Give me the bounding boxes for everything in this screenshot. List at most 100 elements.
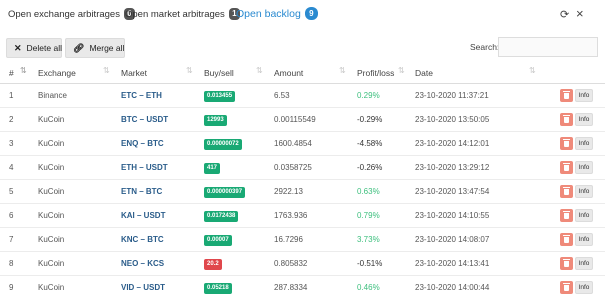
refresh-icon[interactable]: ⟳ [560,8,569,21]
sort-icon[interactable]: ⇅ [529,66,536,75]
buy-sell-cell: 0.013455 [204,90,236,102]
market-cell[interactable]: NEO – KCS [121,259,164,268]
column-header-market[interactable]: Market [121,68,147,78]
tab-open-exchange-arbitrages[interactable]: Open exchange arbitrages 0 [8,8,135,20]
date-cell: 23-10-2020 14:08:07 [415,235,490,244]
trash-icon[interactable] [560,185,573,198]
table-row: 3 KuCoin ENQ – BTC 0.00000072 1600.4854 … [0,132,605,156]
exchange-cell: KuCoin [38,139,65,148]
amount-cell: 0.0358725 [274,163,312,172]
sort-icon[interactable]: ⇅ [398,66,405,75]
column-header-date[interactable]: Date [415,68,433,78]
buy-price-badge: 0.013455 [204,91,236,102]
sort-desc-icon[interactable]: ⇅ [20,66,27,75]
market-cell[interactable]: ETC – ETH [121,91,162,100]
column-header-buy-sell[interactable]: Buy/sell [204,68,234,78]
sort-icon[interactable]: ⇅ [186,66,193,75]
buy-sell-cell: 0.000000397 [204,186,246,198]
tab-open-market-arbitrages[interactable]: Open market arbitrages 1 [125,8,240,20]
market-cell[interactable]: ETN – BTC [121,187,162,196]
tab-bar: Open exchange arbitrages 0 Open market a… [0,0,605,30]
trash-icon[interactable] [560,137,573,150]
market-cell[interactable]: KAI – USDT [121,211,165,220]
info-button[interactable]: Info [575,257,593,270]
info-button[interactable]: Info [575,113,593,126]
buy-price-badge: 417 [204,163,221,174]
trash-icon[interactable] [560,233,573,246]
close-icon[interactable]: × [576,6,584,21]
exchange-cell: Binance [38,91,67,100]
sort-icon[interactable]: ⇅ [103,66,110,75]
search-label: Search: [470,42,500,52]
buy-sell-cell: 12993 [204,114,227,126]
column-header-profit-loss[interactable]: Profit/loss [357,68,394,78]
column-header-amount[interactable]: Amount [274,68,303,78]
amount-cell: 1763.936 [274,211,308,220]
sell-price-badge: 20.2 [204,259,222,270]
info-button[interactable]: Info [575,233,593,246]
buy-price-badge: 0.0172438 [204,211,239,222]
profit-loss-cell: -0.51% [357,259,383,268]
market-cell[interactable]: KNC – BTC [121,235,164,244]
market-cell[interactable]: BTC – USDT [121,115,168,124]
tab-label: Open backlog [236,7,301,20]
date-cell: 23-10-2020 14:00:44 [415,283,490,292]
table-row: 1 Binance ETC – ETH 0.013455 6.53 0.29% … [0,84,605,108]
date-cell: 23-10-2020 14:12:01 [415,139,490,148]
exchange-cell: KuCoin [38,259,65,268]
buy-sell-cell: 20.2 [204,258,222,270]
exchange-cell: KuCoin [38,283,65,292]
row-number: 4 [9,163,14,172]
buy-price-badge: 0.000000397 [204,187,246,198]
buy-price-badge: 0.05218 [204,283,232,294]
table-row: 2 KuCoin BTC – USDT 12993 0.00115549 -0.… [0,108,605,132]
profit-loss-cell: 0.29% [357,91,380,100]
sort-icon[interactable]: ⇅ [256,66,263,75]
delete-all-label: Delete all [26,43,62,53]
buy-sell-cell: 0.00007 [204,234,232,246]
tab-open-backlog[interactable]: Open backlog 9 [236,7,318,20]
trash-icon[interactable] [560,257,573,270]
tab-label: Open exchange arbitrages [8,8,120,20]
tab-label: Open market arbitrages [125,8,225,20]
row-number: 6 [9,211,14,220]
search-input[interactable] [498,37,598,57]
exchange-cell: KuCoin [38,115,65,124]
column-header-number[interactable]: # [9,68,14,78]
exchange-cell: KuCoin [38,163,65,172]
trash-icon[interactable] [560,89,573,102]
table-row: 9 KuCoin VID – USDT 0.05218 287.8334 0.4… [0,276,605,300]
count-badge: 9 [304,7,318,20]
delete-all-button[interactable]: ✕ Delete all [6,38,62,58]
trash-icon[interactable] [560,209,573,222]
info-button[interactable]: Info [575,161,593,174]
info-button[interactable]: Info [575,185,593,198]
date-cell: 23-10-2020 14:13:41 [415,259,490,268]
trash-icon[interactable] [560,113,573,126]
profit-loss-cell: 0.79% [357,211,380,220]
row-number: 2 [9,115,14,124]
profit-loss-cell: 3.73% [357,235,380,244]
trash-icon[interactable] [560,281,573,294]
market-cell[interactable]: ETH – USDT [121,163,168,172]
amount-cell: 6.53 [274,91,290,100]
info-button[interactable]: Info [575,281,593,294]
column-header-exchange[interactable]: Exchange [38,68,76,78]
merge-all-button[interactable]: 🔗︎ Merge all [65,38,125,58]
info-button[interactable]: Info [575,89,593,102]
profit-loss-cell: -0.26% [357,163,383,172]
amount-cell: 1600.4854 [274,139,312,148]
row-number: 8 [9,259,14,268]
buy-sell-cell: 0.0172438 [204,210,239,222]
profit-loss-cell: 0.46% [357,283,380,292]
table-row: 5 KuCoin ETN – BTC 0.000000397 2922.13 0… [0,180,605,204]
trash-icon[interactable] [560,161,573,174]
info-button[interactable]: Info [575,137,593,150]
exchange-cell: KuCoin [38,187,65,196]
market-cell[interactable]: VID – USDT [121,283,165,292]
market-cell[interactable]: ENQ – BTC [121,139,164,148]
sort-icon[interactable]: ⇅ [339,66,346,75]
buy-price-badge: 0.00007 [204,235,232,246]
info-button[interactable]: Info [575,209,593,222]
date-cell: 23-10-2020 13:50:05 [415,115,490,124]
